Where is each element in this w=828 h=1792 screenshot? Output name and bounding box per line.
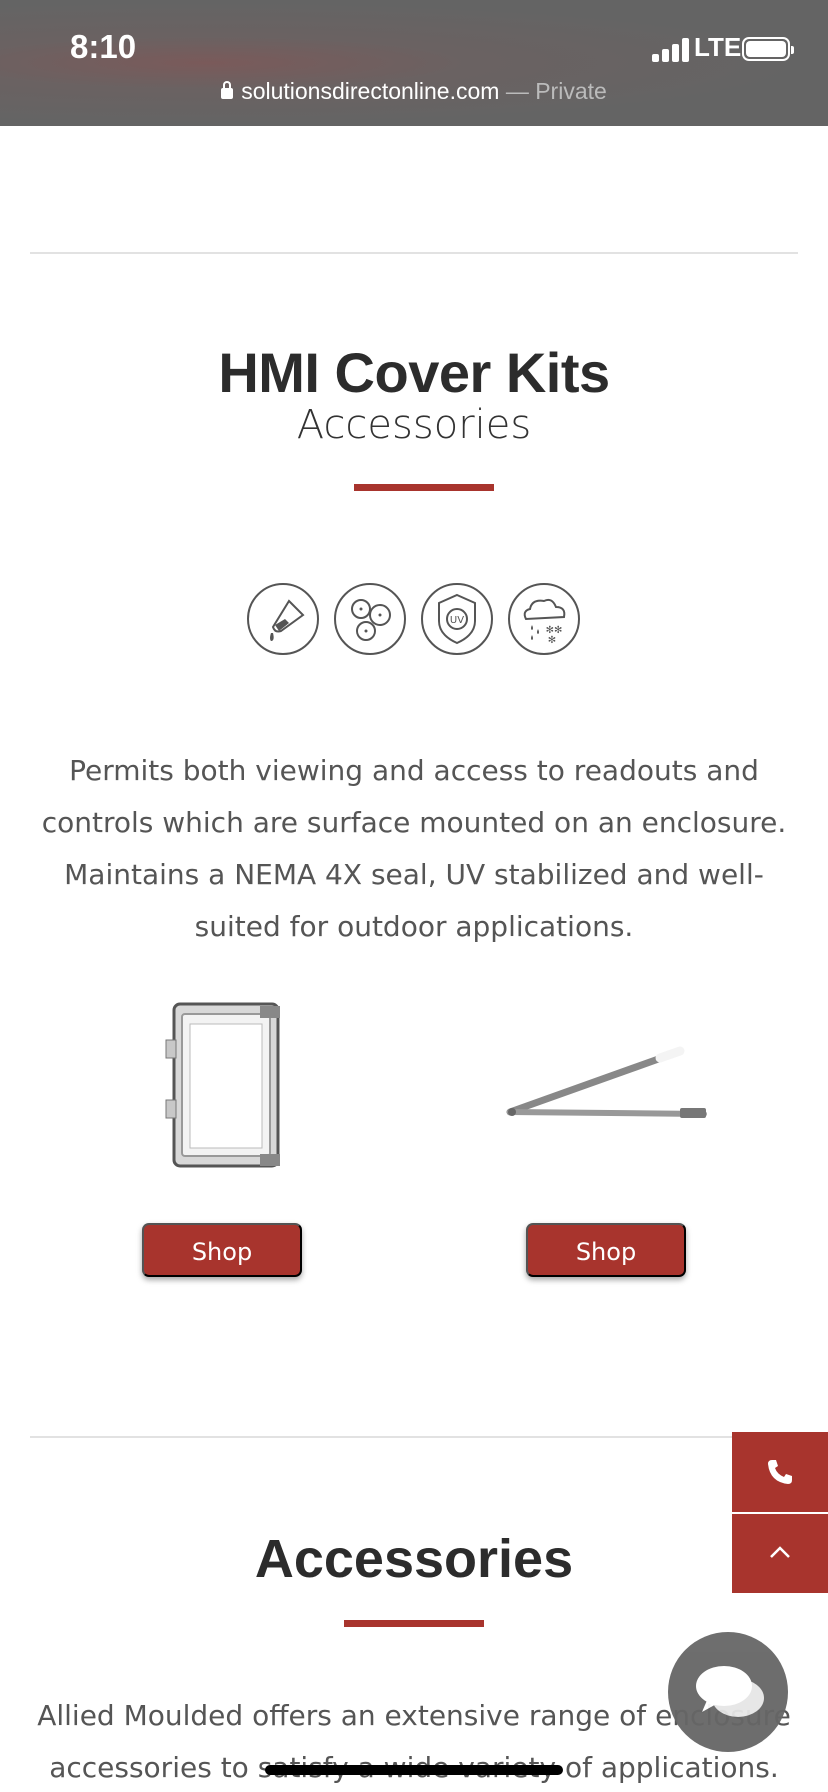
svg-text:UV: UV: [450, 615, 464, 626]
browser-top-bar: 8:10 LTE solutionsdirectonline.com — Pri…: [0, 0, 828, 126]
battery-icon: [742, 37, 794, 61]
uv-stabilized-icon: UV: [421, 583, 493, 655]
signal-icon: [652, 36, 690, 62]
network-type: LTE: [694, 32, 742, 62]
lock-icon: [221, 81, 234, 99]
section-title: HMI Cover Kits: [218, 341, 610, 404]
hmi-cover-window-image[interactable]: [160, 1000, 290, 1170]
chevron-up-icon: [770, 1546, 790, 1558]
title-underline: [354, 484, 494, 491]
phone-icon: [768, 1460, 792, 1484]
address-bar[interactable]: solutionsdirectonline.com — Private: [0, 78, 828, 105]
section-description: Permits both viewing and access to reado…: [41, 754, 787, 943]
section-subtitle: Accessories: [296, 402, 532, 448]
section-divider: [30, 252, 798, 254]
chemical-resistant-icon: [247, 583, 319, 655]
home-indicator[interactable]: [265, 1765, 563, 1775]
private-label: — Private: [505, 78, 607, 104]
status-time: 8:10: [70, 28, 137, 65]
chat-icon: [696, 1666, 764, 1717]
shop-button-hmi-cover[interactable]: Shop: [142, 1223, 302, 1277]
shop-button-stay-arm[interactable]: Shop: [526, 1223, 686, 1277]
weather-resistant-icon: ✻✻ ✻: [508, 583, 580, 655]
dust-resistant-icon: [334, 583, 406, 655]
title-underline: [344, 1620, 484, 1627]
lid-stay-arm-image[interactable]: [500, 1040, 714, 1120]
chat-button[interactable]: [668, 1632, 788, 1752]
scroll-top-button[interactable]: [732, 1514, 828, 1593]
accessories-title: Accessories: [254, 1529, 574, 1589]
feature-icons: UV ✻✻ ✻: [247, 583, 580, 657]
call-button[interactable]: [732, 1432, 828, 1512]
url-domain: solutionsdirectonline.com: [241, 78, 500, 104]
svg-text:✻: ✻: [548, 635, 556, 646]
section-divider: [30, 1436, 798, 1438]
